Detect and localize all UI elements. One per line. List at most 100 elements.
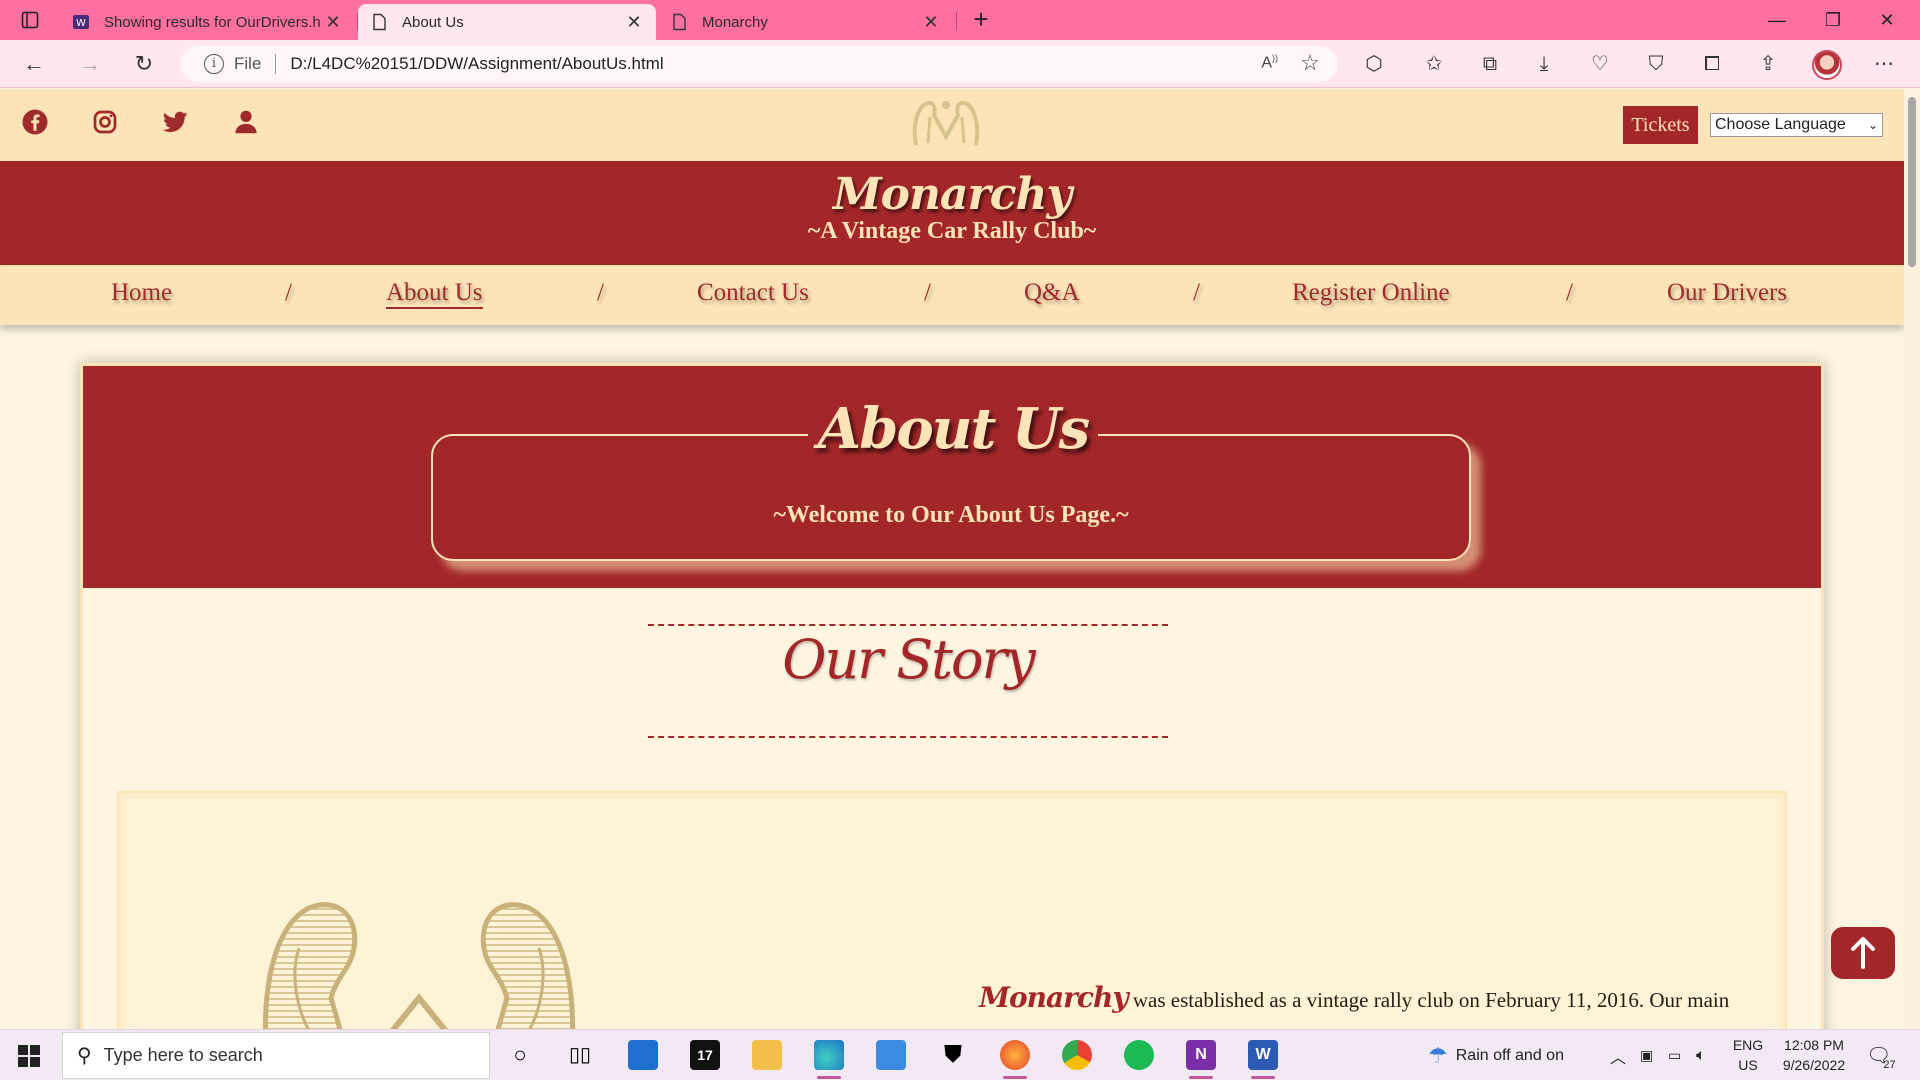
taskbar-search[interactable]: ⚲ Type here to search bbox=[62, 1032, 490, 1079]
notification-count: 27 bbox=[1883, 1058, 1896, 1071]
site-top-bar: Tickets Choose Language ⌄ bbox=[0, 89, 1904, 161]
nav-home[interactable]: Home bbox=[111, 279, 172, 307]
chrome-icon[interactable] bbox=[1062, 1040, 1092, 1070]
page-scrollbar[interactable] bbox=[1904, 89, 1920, 1029]
weather-widget[interactable]: ☂ Rain off and on bbox=[1428, 1030, 1564, 1080]
profile-avatar[interactable] bbox=[1812, 50, 1842, 80]
mail-icon[interactable] bbox=[876, 1040, 906, 1070]
nav-separator: / bbox=[1566, 279, 1573, 306]
performance-icon[interactable]: ♡ bbox=[1582, 48, 1618, 80]
security-icon[interactable]: ⛊ bbox=[938, 1040, 968, 1070]
close-icon[interactable]: ✕ bbox=[921, 12, 941, 33]
share-icon[interactable]: ⇪ bbox=[1750, 48, 1786, 80]
monarchy-logo-icon bbox=[912, 100, 980, 146]
scrollbar-thumb[interactable] bbox=[1908, 97, 1916, 267]
browser-tab-bar: W Showing results for OurDrivers.h ✕ Abo… bbox=[0, 0, 1920, 40]
nav-about-us[interactable]: About Us bbox=[386, 279, 483, 309]
new-tab-button[interactable]: + bbox=[966, 6, 996, 34]
system-clock[interactable]: 12:08 PM 9/26/2022 bbox=[1764, 1035, 1864, 1075]
hero-subtitle: ~Welcome to Our About Us Page.~ bbox=[773, 502, 1129, 528]
language-select[interactable]: Choose Language ⌄ bbox=[1710, 113, 1883, 137]
word-icon[interactable]: W bbox=[1248, 1040, 1278, 1079]
add-favorite-icon[interactable]: ☆ bbox=[1300, 50, 1320, 76]
onenote-icon[interactable]: N bbox=[1186, 1040, 1216, 1079]
page-icon bbox=[373, 13, 386, 31]
twitter-icon[interactable] bbox=[160, 107, 190, 137]
meet-now-icon[interactable]: ▣ bbox=[1640, 1030, 1653, 1080]
search-placeholder: Type here to search bbox=[103, 1045, 263, 1065]
edge-icon[interactable] bbox=[814, 1040, 844, 1079]
story-divider-top bbox=[648, 624, 1168, 626]
facebook-icon[interactable] bbox=[20, 107, 50, 137]
battery-icon[interactable]: ▭ bbox=[1668, 1030, 1681, 1080]
site-tagline: ~A Vintage Car Rally Club~ bbox=[807, 218, 1097, 244]
screenshot-icon[interactable]: ⧠ bbox=[1694, 48, 1730, 80]
forward-button[interactable]: → bbox=[72, 48, 108, 80]
notification-center-icon[interactable]: 🗨︎ 27 bbox=[1866, 1030, 1896, 1080]
spotify-icon[interactable] bbox=[1124, 1040, 1154, 1070]
windows-start-icon[interactable] bbox=[18, 1045, 40, 1067]
close-icon[interactable]: ✕ bbox=[624, 12, 644, 33]
volume-icon[interactable]: 🔈︎ bbox=[1696, 1030, 1706, 1080]
close-icon[interactable]: ✕ bbox=[323, 12, 343, 33]
extensions-icon[interactable]: ⬡ bbox=[1356, 48, 1392, 80]
tickets-button[interactable]: Tickets bbox=[1623, 106, 1698, 144]
browser-toolbar: ← → ↻ i File D:/L4DC%20151/DDW/Assignmen… bbox=[0, 40, 1920, 88]
hero-title-wrap: About Us bbox=[503, 396, 1403, 462]
input-language[interactable]: ENG US bbox=[1728, 1035, 1768, 1075]
rain-icon: ☂ bbox=[1428, 1042, 1448, 1068]
tab-about-us[interactable]: About Us ✕ bbox=[358, 4, 656, 40]
about-card: About Us ~Welcome to Our About Us Page.~… bbox=[80, 363, 1824, 1029]
firefox-icon[interactable] bbox=[1000, 1040, 1030, 1079]
tab-actions-icon[interactable] bbox=[10, 8, 50, 32]
back-button[interactable]: ← bbox=[16, 48, 52, 80]
instagram-icon[interactable] bbox=[90, 107, 120, 137]
favorites-icon[interactable]: ✩ bbox=[1416, 48, 1452, 80]
nav-register-online[interactable]: Register Online bbox=[1292, 279, 1450, 307]
tab-title: Monarchy bbox=[702, 13, 768, 31]
restore-button[interactable]: ❐ bbox=[1808, 4, 1858, 36]
story-text: was established as a vintage rally club … bbox=[1127, 988, 1730, 1012]
more-menu-icon[interactable]: ⋯ bbox=[1866, 48, 1902, 80]
refresh-button[interactable]: ↻ bbox=[126, 48, 162, 80]
svg-text:W: W bbox=[76, 18, 86, 29]
page-icon bbox=[673, 13, 686, 31]
store-icon[interactable] bbox=[628, 1040, 658, 1070]
task-view-icon[interactable]: ▯▯ bbox=[565, 1040, 595, 1070]
tab-monarchy[interactable]: Monarchy ✕ bbox=[658, 4, 953, 40]
address-bar[interactable]: i File D:/L4DC%20151/DDW/Assignment/Abou… bbox=[180, 46, 1338, 82]
tab-showing-results[interactable]: W Showing results for OurDrivers.h ✕ bbox=[60, 4, 355, 40]
language-select-value: Choose Language bbox=[1715, 116, 1846, 133]
hero-title: About Us bbox=[807, 396, 1099, 462]
info-icon[interactable]: i bbox=[204, 54, 224, 74]
story-paragraph: Monarchy was established as a vintage ra… bbox=[979, 981, 1759, 1014]
monarchy-emblem-icon bbox=[262, 902, 576, 1029]
site-banner: Monarchy ~A Vintage Car Rally Club~ bbox=[0, 161, 1904, 265]
nav-contact-us[interactable]: Contact Us bbox=[697, 279, 809, 307]
window-close-button[interactable]: ✕ bbox=[1862, 4, 1912, 36]
downloads-icon[interactable]: ⤓ bbox=[1526, 48, 1562, 80]
tradingview-icon[interactable]: 17 bbox=[690, 1040, 720, 1070]
collections-icon[interactable]: ⧉ bbox=[1472, 48, 1508, 80]
chevron-down-icon: ⌄ bbox=[1867, 118, 1878, 132]
cortana-icon[interactable]: ○ bbox=[505, 1040, 535, 1070]
nav-separator: / bbox=[597, 279, 604, 306]
file-explorer-icon[interactable] bbox=[752, 1040, 782, 1070]
url-text[interactable]: D:/L4DC%20151/DDW/Assignment/AboutUs.htm… bbox=[290, 54, 663, 74]
nav-qa[interactable]: Q&A bbox=[1024, 279, 1080, 307]
tab-title: About Us bbox=[402, 13, 464, 31]
user-account-icon[interactable] bbox=[231, 107, 261, 137]
main-navigation: Home / About Us / Contact Us / Q&A / Reg… bbox=[0, 265, 1904, 325]
browser-essentials-icon[interactable]: ⛉ bbox=[1638, 48, 1674, 80]
about-hero: About Us ~Welcome to Our About Us Page.~ bbox=[83, 366, 1821, 588]
minimize-button[interactable]: — bbox=[1752, 4, 1802, 36]
clock-date: 9/26/2022 bbox=[1782, 1057, 1846, 1073]
read-aloud-icon[interactable]: A)) bbox=[1261, 53, 1278, 72]
nav-separator: / bbox=[1193, 279, 1200, 306]
story-heading: Our Story bbox=[782, 628, 1036, 691]
weather-text: Rain off and on bbox=[1455, 1046, 1564, 1064]
nav-our-drivers[interactable]: Our Drivers bbox=[1667, 279, 1787, 307]
back-to-top-button[interactable] bbox=[1831, 927, 1895, 979]
site-brand: Monarchy bbox=[832, 169, 1072, 220]
show-hidden-icons[interactable]: ︿ bbox=[1610, 1030, 1626, 1080]
